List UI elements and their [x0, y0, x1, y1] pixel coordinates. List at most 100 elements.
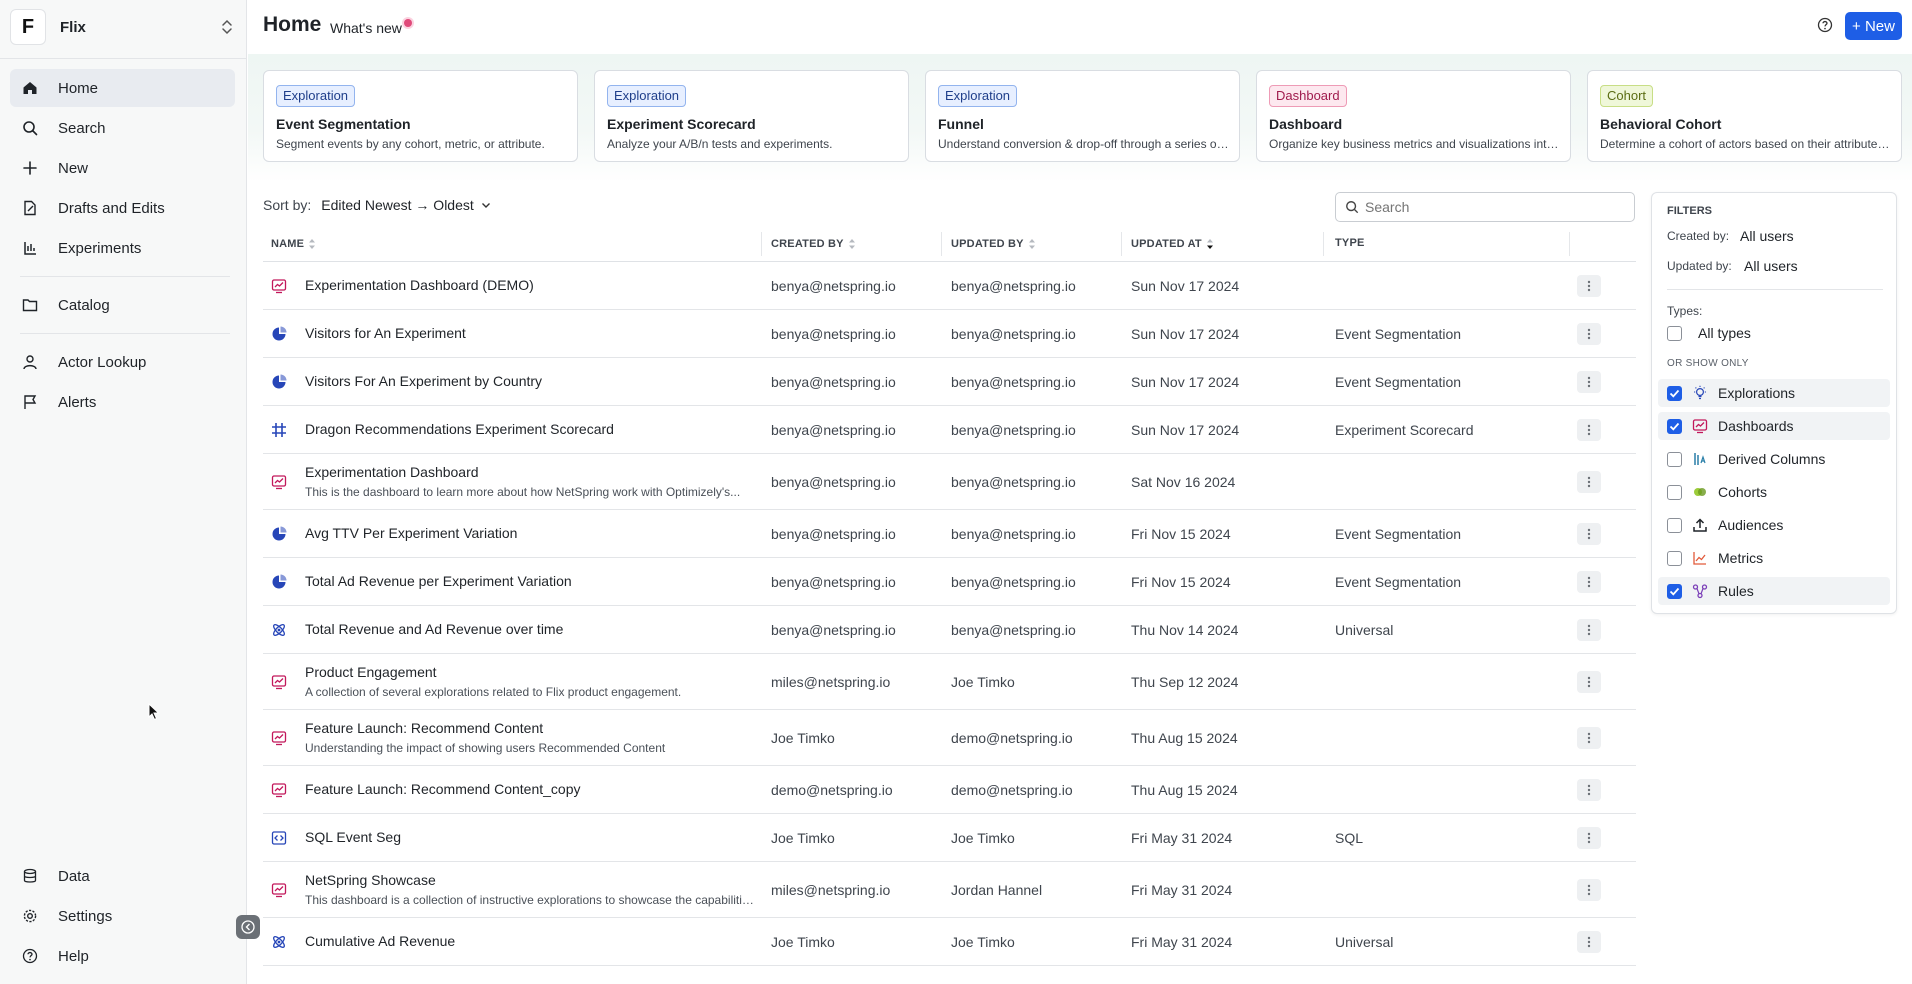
row-menu-button[interactable]: [1577, 275, 1601, 297]
filter-type-explorations[interactable]: Explorations: [1658, 379, 1890, 407]
sort-value[interactable]: Edited Newest → Oldest: [321, 197, 474, 213]
whats-new-link[interactable]: What's new: [330, 20, 402, 36]
row-name[interactable]: Visitors For An Experiment by Country: [305, 373, 542, 389]
row-menu-button[interactable]: [1577, 827, 1601, 849]
table-row[interactable]: Experimentation Dashboard (DEMO) benya@ne…: [263, 262, 1636, 310]
updated-by-select[interactable]: All users: [1744, 258, 1798, 274]
row-menu-button[interactable]: [1577, 419, 1601, 441]
table-row[interactable]: Feature Launch: Recommend Content Underst…: [263, 710, 1636, 766]
column-header-updated-by[interactable]: UPDATED BY: [951, 237, 1036, 251]
table-row[interactable]: Visitors For An Experiment by Country ben…: [263, 358, 1636, 406]
new-button[interactable]: + New: [1845, 12, 1902, 40]
search-input[interactable]: [1365, 199, 1625, 215]
row-name[interactable]: Feature Launch: Recommend Content: [305, 720, 543, 736]
table-row[interactable]: SQL Event Seg Joe Timko Joe Timko Fri May 3…: [263, 814, 1636, 862]
row-name[interactable]: NetSpring Showcase: [305, 872, 436, 888]
table-row[interactable]: Total Ad Revenue per Experiment Variatio…: [263, 558, 1636, 606]
sidebar-item-experiments[interactable]: Experiments: [10, 229, 235, 267]
row-name[interactable]: Total Revenue and Ad Revenue over time: [305, 621, 563, 637]
row-menu-button[interactable]: [1577, 523, 1601, 545]
filter-type-dashboards[interactable]: Dashboards: [1658, 412, 1890, 440]
column-label: TYPE: [1335, 237, 1365, 249]
row-name[interactable]: Experimentation Dashboard (DEMO): [305, 277, 534, 293]
row-updated-by: demo@netspring.io: [951, 782, 1073, 798]
drafts-icon: [20, 198, 40, 218]
template-card[interactable]: Cohort Behavioral Cohort Determine a coh…: [1587, 70, 1902, 162]
column-header-updated-at[interactable]: UPDATED AT: [1131, 237, 1214, 251]
created-by-select[interactable]: All users: [1740, 228, 1794, 244]
plus-icon: [20, 158, 40, 178]
table-row[interactable]: Dragon Recommendations Experiment Scorec…: [263, 406, 1636, 454]
template-badge: Dashboard: [1269, 85, 1347, 107]
row-menu-button[interactable]: [1577, 471, 1601, 493]
sidebar-item-settings[interactable]: Settings: [10, 897, 235, 935]
filter-type-metrics[interactable]: Metrics: [1658, 544, 1890, 572]
sidebar-item-search[interactable]: Search: [10, 109, 235, 147]
table-row[interactable]: Avg TTV Per Experiment Variation benya@ne…: [263, 510, 1636, 558]
row-name[interactable]: Total Ad Revenue per Experiment Variatio…: [305, 573, 572, 589]
table-row[interactable]: Total Revenue and Ad Revenue over time be…: [263, 606, 1636, 654]
sidebar-item-new[interactable]: New: [10, 149, 235, 187]
sidebar-item-help[interactable]: Help: [10, 937, 235, 975]
template-card[interactable]: Exploration Experiment Scorecard Analyze…: [594, 70, 909, 162]
filter-type-cohorts[interactable]: Cohorts: [1658, 478, 1890, 506]
row-name[interactable]: Visitors for An Experiment: [305, 325, 466, 341]
row-name[interactable]: Dragon Recommendations Experiment Scorec…: [305, 421, 614, 437]
row-menu-button[interactable]: [1577, 571, 1601, 593]
help-icon[interactable]: [1817, 17, 1833, 33]
template-card[interactable]: Exploration Funnel Understand conversion…: [925, 70, 1240, 162]
table-row[interactable]: NetSpring Showcase This dashboard is a co…: [263, 862, 1636, 918]
checkbox[interactable]: [1667, 583, 1682, 599]
sidebar-item-actor-lookup[interactable]: Actor Lookup: [10, 343, 235, 381]
template-card[interactable]: Exploration Event Segmentation Segment e…: [263, 70, 578, 162]
row-name[interactable]: Product Engagement: [305, 664, 437, 680]
checkbox[interactable]: [1667, 484, 1682, 500]
row-updated-by: benya@netspring.io: [951, 278, 1076, 294]
workspace-switcher[interactable]: F Flix: [10, 8, 238, 46]
column-header-type[interactable]: TYPE: [1335, 237, 1365, 249]
row-menu-button[interactable]: [1577, 619, 1601, 641]
sidebar-item-catalog[interactable]: Catalog: [10, 286, 235, 324]
checkbox[interactable]: [1667, 517, 1682, 533]
search-box[interactable]: [1335, 192, 1635, 222]
column-header-name[interactable]: NAME: [271, 237, 316, 251]
checkbox[interactable]: [1667, 418, 1682, 434]
table-row[interactable]: Product Engagement A collection of severa…: [263, 654, 1636, 710]
row-menu-button[interactable]: [1577, 779, 1601, 801]
sidebar-item-alerts[interactable]: Alerts: [10, 383, 235, 421]
table-row[interactable]: Feature Launch: Recommend Content_copy de…: [263, 766, 1636, 814]
filter-label: Audiences: [1718, 517, 1784, 533]
row-name[interactable]: Feature Launch: Recommend Content_copy: [305, 781, 581, 797]
filter-all-types[interactable]: All types: [1658, 319, 1890, 347]
row-menu-button[interactable]: [1577, 931, 1601, 953]
row-menu-button[interactable]: [1577, 671, 1601, 693]
checkbox[interactable]: [1667, 385, 1682, 401]
row-name[interactable]: Experimentation Dashboard: [305, 464, 479, 480]
segmentation-icon: [271, 374, 287, 390]
row-name[interactable]: Cumulative Ad Revenue: [305, 933, 455, 949]
table-row[interactable]: Cumulative Ad Revenue Joe Timko Joe Timko F…: [263, 918, 1636, 966]
chevron-updown-icon[interactable]: [218, 18, 236, 36]
filter-type-rules[interactable]: Rules: [1658, 577, 1890, 605]
checkbox[interactable]: [1667, 325, 1682, 341]
template-badge: Cohort: [1600, 85, 1654, 107]
filter-type-audiences[interactable]: Audiences: [1658, 511, 1890, 539]
column-header-created-by[interactable]: CREATED BY: [771, 237, 856, 251]
table-row[interactable]: Visitors for An Experiment benya@netsprin…: [263, 310, 1636, 358]
row-menu-button[interactable]: [1577, 879, 1601, 901]
row-menu-button[interactable]: [1577, 323, 1601, 345]
sidebar-item-data[interactable]: Data: [10, 857, 235, 895]
sidebar-item-home[interactable]: Home: [10, 69, 235, 107]
row-menu-button[interactable]: [1577, 371, 1601, 393]
row-name[interactable]: Avg TTV Per Experiment Variation: [305, 525, 517, 541]
checkbox[interactable]: [1667, 550, 1682, 566]
row-name[interactable]: SQL Event Seg: [305, 829, 401, 845]
checkbox[interactable]: [1667, 451, 1682, 467]
sort-control[interactable]: Sort by: Edited Newest → Oldest: [263, 197, 492, 213]
table-row[interactable]: Experimentation Dashboard This is the das…: [263, 454, 1636, 510]
filter-type-derived-columns[interactable]: Derived Columns: [1658, 445, 1890, 473]
template-card[interactable]: Dashboard Dashboard Organize key busines…: [1256, 70, 1571, 162]
row-menu-button[interactable]: [1577, 727, 1601, 749]
sidebar-item-drafts[interactable]: Drafts and Edits: [10, 189, 235, 227]
collapse-sidebar-button[interactable]: [236, 915, 260, 939]
